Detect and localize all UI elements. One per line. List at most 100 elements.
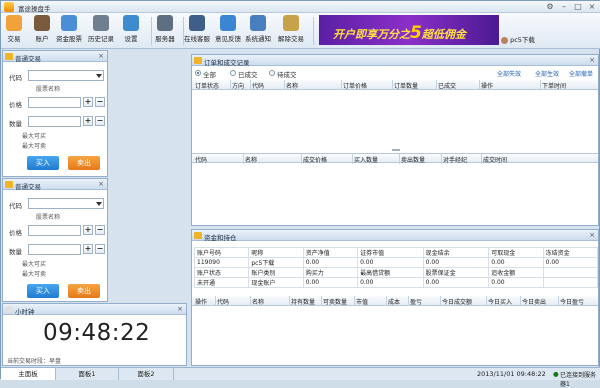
maximize-button[interactable]: □ [573,2,583,12]
chevron-down-icon [96,202,102,206]
price-plus-button[interactable]: + [83,225,93,235]
toolbar-button-8[interactable]: 系统通知 [243,15,273,47]
column-header[interactable]: 今日卖出 [522,297,546,306]
close-icon[interactable]: × [589,231,595,239]
filter-all-radio[interactable] [195,70,201,76]
toolbar-button-label: 意见反馈 [215,35,241,43]
quantity-input[interactable] [28,116,81,127]
column-header[interactable]: 卖出数量 [401,155,425,164]
max-buy-label: 最大可买 [22,133,47,140]
sell-button[interactable]: 卖出 [68,284,100,298]
price-plus-button[interactable]: + [83,97,93,107]
sell-button[interactable]: 卖出 [68,156,100,170]
column-header[interactable]: 订单数量 [394,81,418,90]
close-icon[interactable]: × [177,305,183,313]
column-header[interactable]: 操作 [481,81,493,90]
column-header[interactable]: 今日买入 [488,297,512,306]
tab-panel-2[interactable]: 面板2 [119,368,174,380]
toolbar-button-6[interactable]: 在线客服 [182,15,212,47]
menu-icon[interactable]: ⚙ [545,2,555,12]
filter-pending-radio[interactable] [269,70,275,76]
app-logo-icon [4,2,14,12]
column-header[interactable]: 对手经纪 [443,155,467,164]
column-header[interactable]: 操作 [195,297,207,306]
code-combobox[interactable] [28,70,104,81]
funds-row: 账户状态 账户类别 购买力 最高借贷额 股票保证金 追收金额 [193,267,599,278]
column-header[interactable]: 方向 [232,81,244,90]
funds-cell: 0.00 [422,277,490,288]
column-header[interactable]: 名称 [252,297,264,306]
column-header[interactable]: 成交时间 [483,155,507,164]
clock-panel: 小时钟 × 09:48:22 当前交易时段：早盘 [2,303,187,366]
toolbar-button-label: 服务器 [155,35,175,43]
panel-title: 普通交易 [15,183,41,191]
cancel-all-link[interactable]: 全部撤单 [569,69,593,78]
toolbar-button-5[interactable]: 服务器 [150,15,180,47]
funds-row: 未开通 现金账户 0.00 0.00 0.00 0.00 [193,277,599,288]
column-header[interactable]: 成本 [388,297,400,306]
price-input[interactable] [28,97,81,108]
close-icon[interactable]: × [589,56,595,64]
column-header[interactable]: 订单状态 [195,81,219,90]
close-icon[interactable]: × [98,52,104,60]
column-header[interactable]: 成交价格 [303,155,327,164]
column-header[interactable]: 名称 [245,155,257,164]
toolbar-button-0[interactable]: 交易 [3,15,25,47]
promo-banner[interactable]: 开户即享万分之5超低佣金 [319,15,499,45]
filter-filled-radio[interactable] [230,70,236,76]
close-icon[interactable]: × [98,180,104,188]
column-header[interactable]: 代码 [195,155,207,164]
funds-cell: 昵称 [248,247,304,258]
price-minus-button[interactable]: − [95,225,105,235]
column-header[interactable]: 今日成交额 [442,297,472,306]
connection-status-text: 已连接到服务器1 [560,372,597,388]
toolbar-button-label: 资金股票 [56,35,82,43]
quantity-minus-button[interactable]: − [95,244,105,254]
splitter-handle[interactable] [392,149,400,151]
column-header[interactable]: 已成交 [438,81,456,90]
column-header[interactable]: 名称 [286,81,298,90]
funds-cell: 现金结余 [422,247,490,258]
quantity-plus-button[interactable]: + [83,116,93,126]
column-header[interactable]: 下单时间 [542,81,566,90]
price-input[interactable] [28,225,81,236]
trade-icon [5,181,13,188]
toolbar-button-4[interactable]: 设置 [120,15,142,47]
close-button[interactable]: × [587,2,597,12]
code-combobox[interactable] [28,198,104,209]
column-header[interactable]: 今日盈亏 [560,297,584,306]
tab-main-panel[interactable]: 主面板 [1,368,56,380]
toolbar-button-7[interactable]: 意见反馈 [213,15,243,47]
column-header[interactable]: 代码 [252,81,264,90]
invalidate-all-link[interactable]: 全部失效 [497,69,521,78]
column-header[interactable]: 代码 [217,297,229,306]
tab-panel-1[interactable]: 面板1 [56,368,119,380]
column-header[interactable]: 持有数量 [291,297,315,306]
price-minus-button[interactable]: − [95,97,105,107]
quantity-minus-button[interactable]: − [95,116,105,126]
minimize-button[interactable]: – [559,2,569,12]
column-header[interactable]: 可卖数量 [323,297,347,306]
column-header[interactable]: 买入数量 [354,155,378,164]
quantity-plus-button[interactable]: + [83,244,93,254]
stock-name-label: 股票名称 [36,86,61,93]
column-header[interactable]: 订单价格 [343,81,367,90]
funds-cell: 现金账户 [248,277,304,288]
toolbar-button-1[interactable]: 账户 [31,15,53,47]
order-table-header: 订单状态 方向 代码 名称 订单价格 订单数量 已成交 操作 下单时间 [192,80,598,90]
buy-button[interactable]: 买入 [27,284,59,298]
unlock-trade-icon [283,15,299,31]
funds-row: 119090 pc5下载 0.00 0.00 0.00 0.00 0.00 [193,257,599,268]
toolbar-button-9[interactable]: 解除交易 [276,15,306,47]
toolbar-button-2[interactable]: 资金股票 [54,15,84,47]
max-buy-label: 最大可买 [22,261,47,268]
toolbar-button-3[interactable]: 历史记录 [86,15,116,47]
quantity-input[interactable] [28,244,81,255]
price-label: 价格 [9,229,22,237]
funds-cell: 0.00 [422,257,490,268]
user-menu[interactable]: pc5下载 [501,34,535,44]
buy-button[interactable]: 买入 [27,156,59,170]
column-header[interactable]: 市值 [356,297,368,306]
activate-all-link[interactable]: 全部生效 [535,69,559,78]
column-header[interactable]: 盈亏 [410,297,422,306]
